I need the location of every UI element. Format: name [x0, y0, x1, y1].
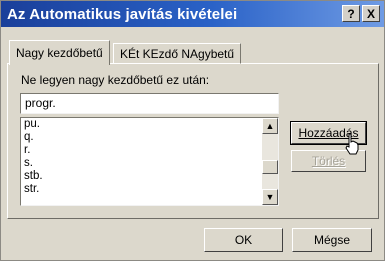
ok-button[interactable]: OK [204, 228, 283, 252]
scroll-up-arrow-icon[interactable]: ▲ [262, 118, 278, 134]
exception-input[interactable]: progr. [20, 93, 279, 114]
ok-button-label: OK [234, 233, 253, 247]
list-item[interactable]: str. [21, 183, 278, 196]
dialog-title: Az Automatikus javítás kivételei [7, 5, 238, 23]
list-item[interactable]: q. [21, 131, 278, 144]
tab-nagy-kezdobetu[interactable]: Nagy kezdőbetű [9, 40, 110, 65]
cancel-button[interactable]: Mégse [292, 228, 372, 252]
exception-field-label: Ne legyen nagy kezdőbetű ez után: [21, 73, 210, 87]
list-item[interactable]: s. [21, 157, 278, 170]
scroll-thumb[interactable] [262, 160, 278, 174]
exception-list[interactable]: pu. q. r. s. stb. str. ▲ ▼ [20, 117, 279, 206]
list-item[interactable]: pu. [21, 118, 278, 131]
list-item[interactable]: stb. [21, 170, 278, 183]
tab-label: KÉt KEzdő NAgybetű [120, 46, 235, 61]
cancel-button-label: Mégse [313, 233, 351, 247]
scroll-down-arrow-icon[interactable]: ▼ [262, 189, 278, 205]
dialog-window: Az Automatikus javítás kivételei ? X Nag… [0, 0, 385, 261]
help-button[interactable]: ? [342, 5, 360, 22]
list-scrollbar[interactable]: ▲ ▼ [262, 118, 278, 205]
close-button[interactable]: X [362, 5, 380, 22]
delete-button-label: Törlés [311, 154, 346, 168]
tab-ket-kezdo-nagybetu[interactable]: KÉt KEzdő NAgybetű [113, 43, 242, 64]
list-item[interactable]: r. [21, 144, 278, 157]
title-bar: Az Automatikus javítás kivételei ? X [1, 1, 384, 27]
tab-label: Nagy kezdőbetű [16, 46, 103, 60]
hand-pointer-icon [345, 133, 359, 155]
